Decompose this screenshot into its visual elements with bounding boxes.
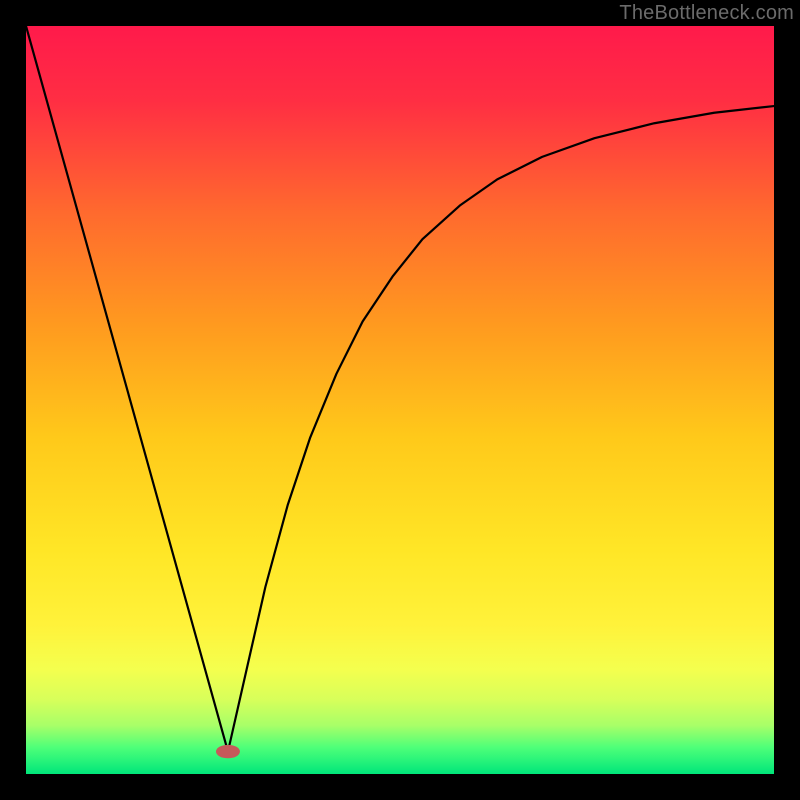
- watermark-text: TheBottleneck.com: [619, 2, 794, 25]
- chart-frame: TheBottleneck.com: [0, 0, 800, 800]
- marker-optimum: [216, 745, 240, 758]
- chart-svg: [26, 26, 774, 774]
- chart-background: [26, 26, 774, 774]
- chart-marker: [216, 745, 240, 758]
- chart-plot-area: [26, 26, 774, 774]
